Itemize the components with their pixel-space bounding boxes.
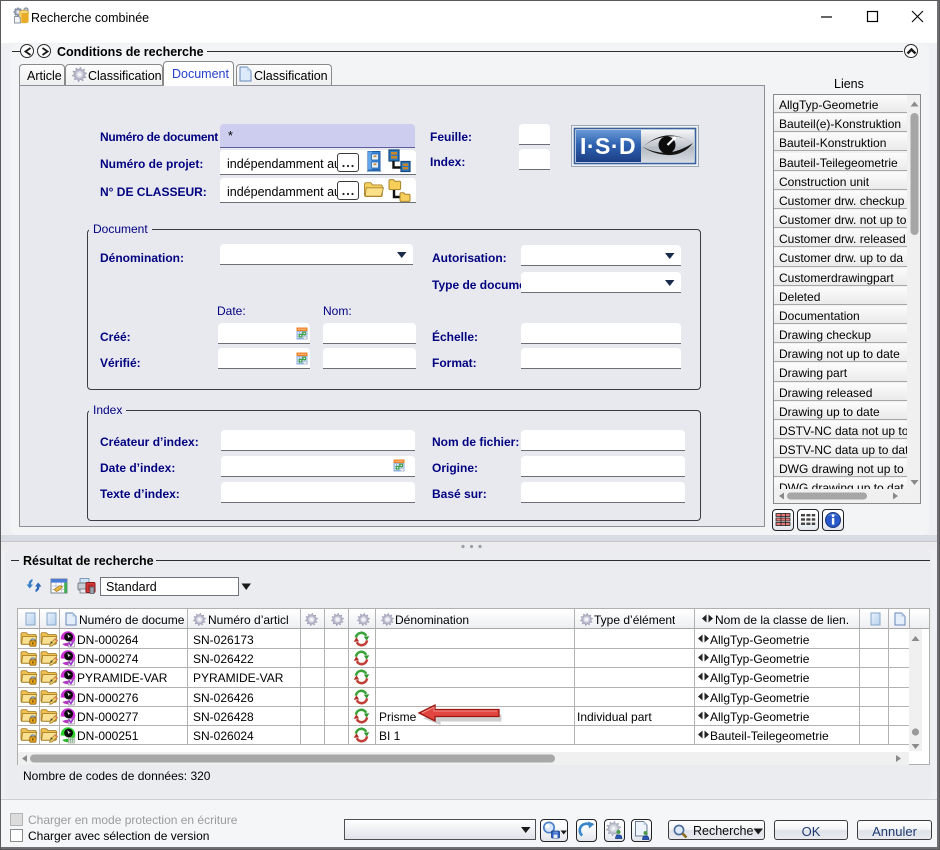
svg-text:I·S·D: I·S·D [580,133,636,159]
